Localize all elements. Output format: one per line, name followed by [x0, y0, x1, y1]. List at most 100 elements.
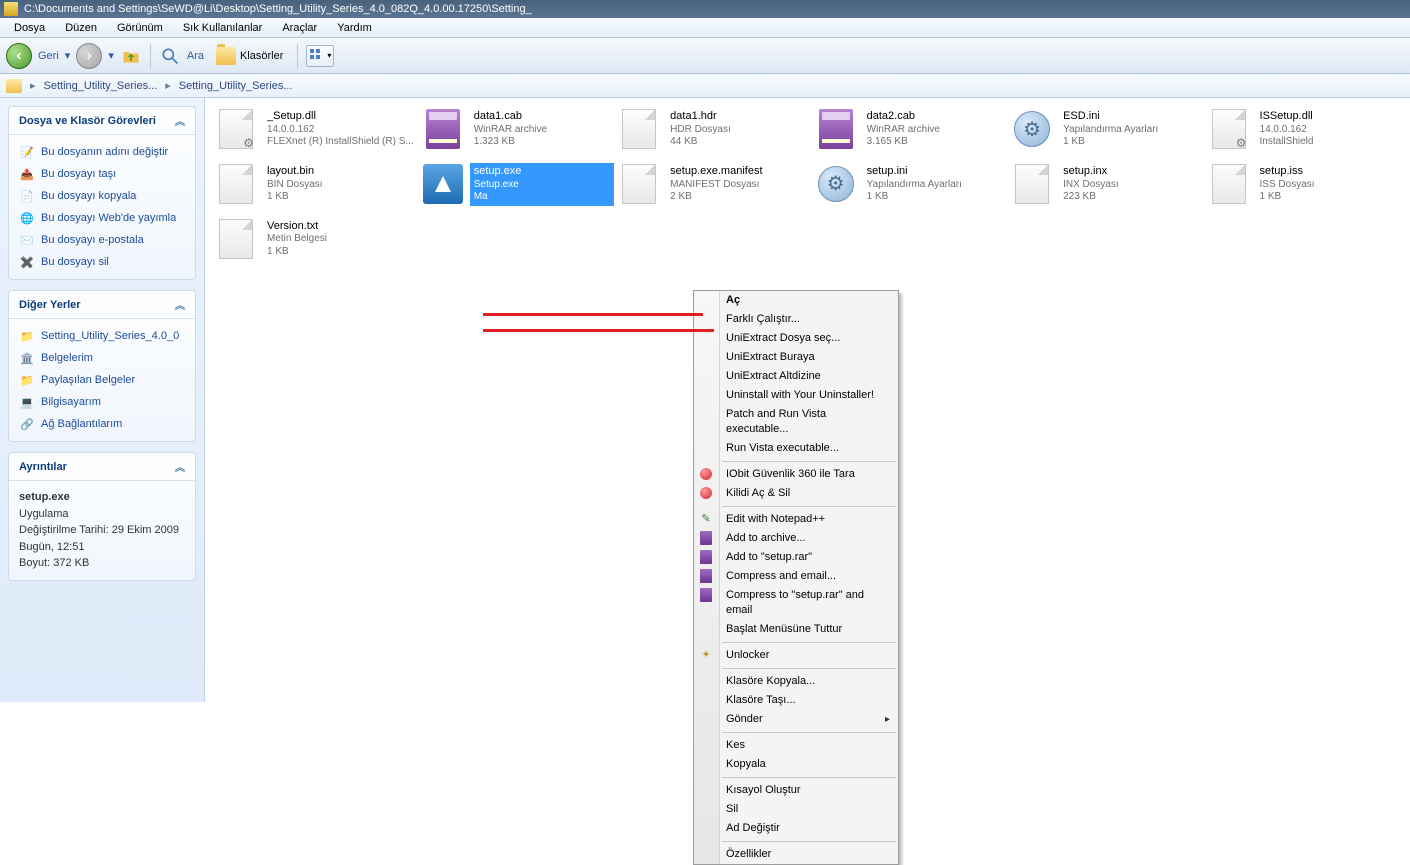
window-title: C:\Documents and Settings\SeWD@Li\Deskto…	[24, 3, 532, 15]
folders-label: Klasörler	[240, 50, 283, 62]
back-dropdown[interactable]: ▾	[65, 49, 71, 62]
menu-item[interactable]: Sık Kullanılanlar	[173, 20, 273, 36]
file-size: 1 KB	[267, 246, 414, 259]
context-menu-item[interactable]: UniExtract Altdizine	[694, 367, 898, 386]
task-email[interactable]: ✉️Bu dosyayı e-postala	[19, 229, 185, 251]
context-menu-item[interactable]: UniExtract Dosya seç...	[694, 329, 898, 348]
place-network[interactable]: 🔗Ağ Bağlantılarım	[19, 413, 185, 435]
context-menu-item[interactable]: Kopyala	[694, 755, 898, 774]
context-menu-item[interactable]: Klasöre Kopyala...	[694, 672, 898, 691]
mail-icon: ✉️	[19, 232, 35, 248]
context-menu-item[interactable]: Compress and email...	[694, 567, 898, 586]
context-menu-item[interactable]: Kilidi Aç & Sil	[694, 484, 898, 503]
file-item[interactable]: setup.iniYapılandırma Ayarları1 KB	[813, 161, 1009, 208]
file-item[interactable]: ESD.iniYapılandırma Ayarları1 KB	[1009, 106, 1205, 153]
file-item[interactable]: _Setup.dll14.0.0.162FLEXnet (R) InstallS…	[213, 106, 420, 153]
place-documents[interactable]: 🏛️Belgelerim	[19, 347, 185, 369]
search-button[interactable]	[159, 45, 181, 67]
place-folder[interactable]: 📁Setting_Utility_Series_4.0_0	[19, 325, 185, 347]
folders-button[interactable]: Klasörler	[210, 45, 289, 67]
task-move[interactable]: 📤Bu dosyayı taşı	[19, 163, 185, 185]
menu-item-label: Run Vista executable...	[726, 442, 839, 454]
file-size: 1 KB	[267, 191, 414, 204]
context-menu: Aç Farklı Çalıştır... UniExtract Dosya seç…	[693, 290, 899, 865]
panel-header[interactable]: Ayrıntılar ︽	[9, 453, 195, 481]
menu-separator	[722, 461, 896, 462]
context-menu-item[interactable]: Farklı Çalıştır...	[694, 310, 898, 329]
file-item[interactable]: Version.txtMetin Belgesi1 KB	[213, 216, 420, 263]
menu-item[interactable]: Yardım	[327, 20, 382, 36]
up-button[interactable]	[120, 45, 142, 67]
views-button[interactable]: ▾	[306, 45, 334, 67]
menu-item[interactable]: Görünüm	[107, 20, 173, 36]
context-menu-item[interactable]: Özellikler	[694, 845, 898, 864]
file-icon	[1011, 163, 1053, 205]
context-menu-item[interactable]: Klasöre Taşı...	[694, 691, 898, 710]
file-item[interactable]: ISSetup.dll14.0.0.162InstallShield	[1206, 106, 1402, 153]
breadcrumb[interactable]: Setting_Utility_Series...	[179, 80, 293, 92]
back-button[interactable]	[6, 43, 32, 69]
task-rename[interactable]: 📝Bu dosyanın adını değiştir	[19, 141, 185, 163]
settings-icon	[815, 163, 857, 205]
edit-icon: ✎	[698, 511, 714, 527]
file-list[interactable]: _Setup.dll14.0.0.162FLEXnet (R) InstallS…	[205, 98, 1410, 702]
file-name: data2.cab	[867, 110, 1003, 124]
panel-body: 📝Bu dosyanın adını değiştir 📤Bu dosyayı …	[9, 135, 195, 279]
context-menu-item[interactable]: Başlat Menüsüne Tuttur	[694, 620, 898, 639]
menu-separator	[722, 732, 896, 733]
context-menu-item[interactable]: Add to archive...	[694, 529, 898, 548]
file-item[interactable]: setup.exeSetup.exeMa	[420, 161, 616, 208]
task-publish[interactable]: 🌐Bu dosyayı Web'de yayımla	[19, 207, 185, 229]
context-menu-item[interactable]: Add to "setup.rar"	[694, 548, 898, 567]
context-menu-item[interactable]: ✦Unlocker	[694, 646, 898, 665]
file-item[interactable]: setup.inxINX Dosyası223 KB	[1009, 161, 1205, 208]
file-item[interactable]: data2.cabWinRAR archive3.165 KB	[813, 106, 1009, 153]
folder-up-icon	[121, 46, 141, 66]
context-menu-item[interactable]: Uninstall with Your Uninstaller!	[694, 386, 898, 405]
panel-header[interactable]: Dosya ve Klasör Görevleri ︽	[9, 107, 195, 135]
menu-item[interactable]: Dosya	[4, 20, 55, 36]
archive-icon	[698, 549, 714, 565]
context-menu-item[interactable]: Kısayol Oluştur	[694, 781, 898, 800]
annotation-line	[483, 313, 703, 316]
file-name: setup.ini	[867, 165, 1003, 179]
context-menu-item[interactable]: Compress to "setup.rar" and email	[694, 586, 898, 620]
context-menu-item[interactable]: Patch and Run Vista executable...	[694, 405, 898, 439]
context-menu-item[interactable]: UniExtract Buraya	[694, 348, 898, 367]
task-delete[interactable]: ✖️Bu dosyayı sil	[19, 251, 185, 273]
details-panel: Ayrıntılar ︽ setup.exe Uygulama Değiştir…	[8, 452, 196, 581]
context-menu-item[interactable]: Aç	[694, 291, 898, 310]
menu-item-label: UniExtract Buraya	[726, 351, 815, 363]
unlock-icon: ✦	[698, 647, 714, 663]
panel-header[interactable]: Diğer Yerler ︽	[9, 291, 195, 319]
breadcrumb[interactable]: Setting_Utility_Series...	[44, 80, 158, 92]
menu-item[interactable]: Araçlar	[272, 20, 327, 36]
place-computer[interactable]: 💻Bilgisayarım	[19, 391, 185, 413]
context-menu-item[interactable]: Run Vista executable...	[694, 439, 898, 458]
file-item[interactable]: data1.hdrHDR Dosyası44 KB	[616, 106, 812, 153]
menu-item-label: Farklı Çalıştır...	[726, 313, 800, 325]
file-item[interactable]: layout.binBIN Dosyası1 KB	[213, 161, 420, 208]
place-shared[interactable]: 📁Paylaşılan Belgeler	[19, 369, 185, 391]
context-menu-item[interactable]: ✎Edit with Notepad++	[694, 510, 898, 529]
task-copy[interactable]: 📄Bu dosyayı kopyala	[19, 185, 185, 207]
file-item[interactable]: data1.cabWinRAR archive1.323 KB	[420, 106, 616, 153]
menu-item-label: Başlat Menüsüne Tuttur	[726, 623, 842, 635]
forward-dropdown[interactable]: ▾	[108, 49, 114, 62]
context-menu-item[interactable]: Sil	[694, 800, 898, 819]
file-item[interactable]: setup.issISS Dosyası1 KB	[1206, 161, 1402, 208]
menu-item-label: Add to "setup.rar"	[726, 551, 812, 563]
context-menu-item[interactable]: Ad Değiştir	[694, 819, 898, 838]
context-menu-item[interactable]: IObit Güvenlik 360 ile Tara	[694, 465, 898, 484]
file-item[interactable]: setup.exe.manifestMANIFEST Dosyası2 KB	[616, 161, 812, 208]
context-menu-item[interactable]: Kes	[694, 736, 898, 755]
menu-item-label: Add to archive...	[726, 532, 806, 544]
menu-item[interactable]: Düzen	[55, 20, 107, 36]
forward-button[interactable]	[76, 43, 102, 69]
context-menu-item[interactable]: Gönder	[694, 710, 898, 729]
menu-item-label: Klasöre Kopyala...	[726, 675, 815, 687]
file-size: InstallShield	[1260, 136, 1396, 149]
chevron-down-icon: ▾	[327, 51, 331, 60]
file-icon	[618, 163, 660, 205]
file-size: Ma	[474, 191, 610, 204]
